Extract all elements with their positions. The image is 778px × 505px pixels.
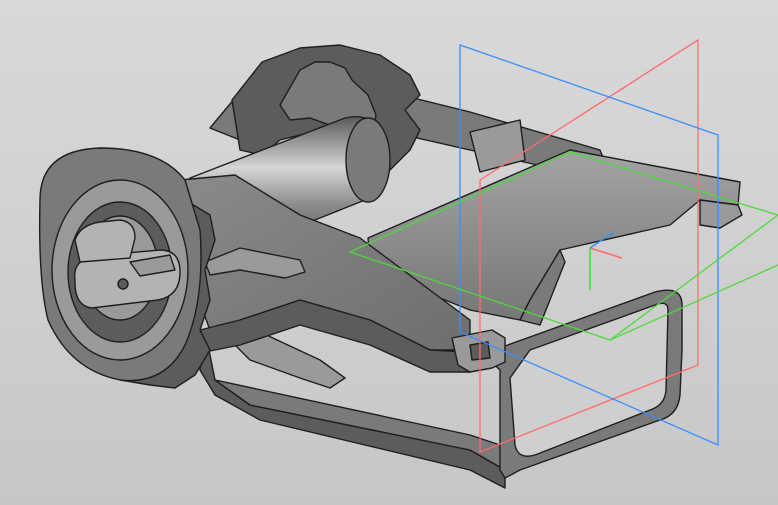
axis-x	[589, 247, 623, 259]
3d-viewport[interactable]	[0, 0, 778, 505]
ratchet-model-scene[interactable]	[0, 0, 778, 505]
pawl-bracket[interactable]	[451, 329, 506, 373]
